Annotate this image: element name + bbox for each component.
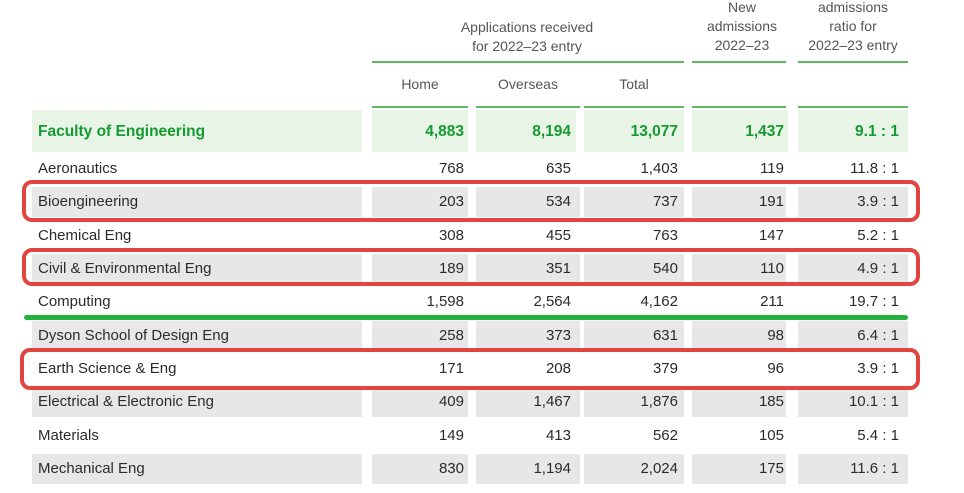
- row-ratio: 5.4 : 1: [857, 427, 899, 444]
- row-overseas: 455: [545, 227, 571, 244]
- row-overseas: 1,467: [533, 393, 571, 410]
- row-total: 4,162: [640, 293, 678, 310]
- faculty-admissions: 1,437: [745, 123, 784, 140]
- row-admissions: 175: [758, 460, 784, 477]
- new-admissions-header-line3: 2022–23: [714, 37, 770, 53]
- ratio-header-line1: admissions: [817, 0, 889, 15]
- row-name: Computing: [38, 293, 111, 310]
- subheader-rule-4: [692, 106, 786, 108]
- row-home: 768: [438, 160, 464, 177]
- row-name: Chemical Eng: [38, 227, 132, 244]
- highlight-box-civil-environmental: [22, 248, 920, 286]
- faculty-home: 4,883: [425, 123, 464, 140]
- row-home: 830: [438, 460, 464, 477]
- subheader-rule-1: [372, 106, 468, 108]
- subheader-rule-3: [584, 106, 684, 108]
- row-home: 308: [438, 227, 464, 244]
- ratio-header-line2: ratio for: [829, 18, 877, 34]
- row-name: Electrical & Electronic Eng: [38, 393, 214, 410]
- row-admissions: 147: [758, 227, 784, 244]
- header-rule-applications: [372, 61, 684, 63]
- row-home: 1,598: [426, 293, 464, 310]
- row-ratio: 11.6 : 1: [850, 460, 899, 477]
- col-header-overseas: Overseas: [498, 76, 558, 92]
- row-overseas: 2,564: [533, 293, 571, 310]
- row-admissions: 211: [760, 293, 784, 310]
- applications-header: Applications received for 2022–23 entry: [372, 18, 682, 56]
- new-admissions-header: New admissions 2022–23: [692, 0, 792, 55]
- row-name: Mechanical Eng: [38, 460, 145, 477]
- row-admissions: 105: [758, 427, 784, 444]
- row-ratio: 11.8 : 1: [850, 160, 899, 177]
- faculty-overseas: 8,194: [532, 123, 571, 140]
- row-ratio: 6.4 : 1: [857, 327, 899, 344]
- header-rule-new: [692, 61, 786, 63]
- applications-header-line1: Applications received: [460, 19, 594, 35]
- row-overseas: 635: [545, 160, 571, 177]
- applications-header-line2: for 2022–23 entry: [472, 38, 582, 54]
- new-admissions-header-line1: New: [727, 0, 756, 15]
- subheader-rule-2: [476, 106, 580, 108]
- row-home: 409: [438, 393, 464, 410]
- faculty-ratio: 9.1 : 1: [855, 123, 899, 140]
- row-home: 258: [438, 327, 464, 344]
- row-name: Dyson School of Design Eng: [38, 327, 229, 344]
- subheader-rule-5: [798, 106, 908, 108]
- row-overseas: 373: [545, 327, 571, 344]
- row-total: 1,403: [640, 160, 678, 177]
- row-name: Materials: [38, 427, 99, 444]
- col-header-total: Total: [619, 76, 649, 92]
- highlight-box-earth-science: [20, 348, 920, 390]
- row-ratio: 10.1 : 1: [848, 393, 899, 410]
- row-admissions: 98: [767, 327, 784, 344]
- row-admissions: 119: [760, 160, 784, 177]
- row-overseas: 413: [545, 427, 571, 444]
- row-total: 763: [652, 227, 678, 244]
- green-underline-computing: [24, 315, 908, 320]
- faculty-name: Faculty of Engineering: [38, 123, 206, 140]
- row-total: 2,024: [640, 460, 678, 477]
- row-home: 149: [438, 427, 464, 444]
- ratio-header: admissions ratio for 2022–23 entry: [798, 0, 908, 55]
- row-total: 1,876: [640, 393, 678, 410]
- ratio-header-line3: 2022–23 entry: [808, 37, 898, 53]
- row-admissions: 185: [758, 393, 784, 410]
- row-total: 631: [652, 327, 678, 344]
- col-header-home: Home: [401, 76, 439, 92]
- highlight-box-bioengineering: [22, 180, 920, 222]
- row-ratio: 19.7 : 1: [848, 293, 899, 310]
- row-overseas: 1,194: [533, 460, 571, 477]
- new-admissions-header-line2: admissions: [706, 18, 778, 34]
- faculty-total: 13,077: [630, 123, 678, 140]
- row-total: 562: [652, 427, 678, 444]
- row-name: Aeronautics: [38, 160, 118, 177]
- row-ratio: 5.2 : 1: [857, 227, 899, 244]
- header-rule-ratio: [798, 61, 908, 63]
